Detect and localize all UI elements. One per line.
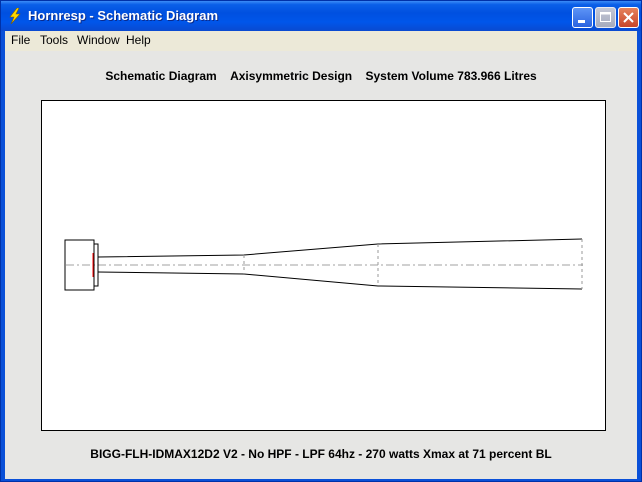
minimize-button[interactable] <box>572 7 593 28</box>
schematic-panel: Schematic Diagram Axisymmetric Design Sy… <box>5 51 637 479</box>
maximize-button[interactable] <box>595 7 616 28</box>
close-button[interactable] <box>618 7 639 28</box>
diagram-caption: BIGG-FLH-IDMAX12D2 V2 - No HPF - LPF 64h… <box>90 447 552 461</box>
design-type: Axisymmetric Design <box>230 69 353 83</box>
menu-file[interactable]: File <box>11 33 30 47</box>
horn-schematic <box>64 238 583 291</box>
horn-upper-wall <box>97 238 583 258</box>
window-client-area: File Tools Window Help Schematic Diagram… <box>5 31 637 479</box>
diagram-header: Schematic Diagram Axisymmetric Design Sy… <box>5 69 637 83</box>
close-icon <box>623 12 634 23</box>
system-volume: System Volume 783.966 Litres <box>365 69 537 83</box>
minimize-icon <box>578 20 585 23</box>
title-bar[interactable]: Hornresp - Schematic Diagram <box>1 1 641 31</box>
window-title: Hornresp - Schematic Diagram <box>28 8 219 23</box>
horn-lower-wall <box>97 271 583 290</box>
menu-window[interactable]: Window <box>77 33 120 47</box>
app-window: Hornresp - Schematic Diagram File Tools … <box>0 0 642 482</box>
schematic-canvas <box>41 100 606 431</box>
menu-bar: File Tools Window Help <box>5 31 637 50</box>
diagram-title: Schematic Diagram <box>105 69 217 83</box>
menu-help[interactable]: Help <box>126 33 151 47</box>
menu-tools[interactable]: Tools <box>40 33 68 47</box>
lightning-bolt-icon <box>9 8 21 24</box>
maximize-icon <box>600 12 611 22</box>
